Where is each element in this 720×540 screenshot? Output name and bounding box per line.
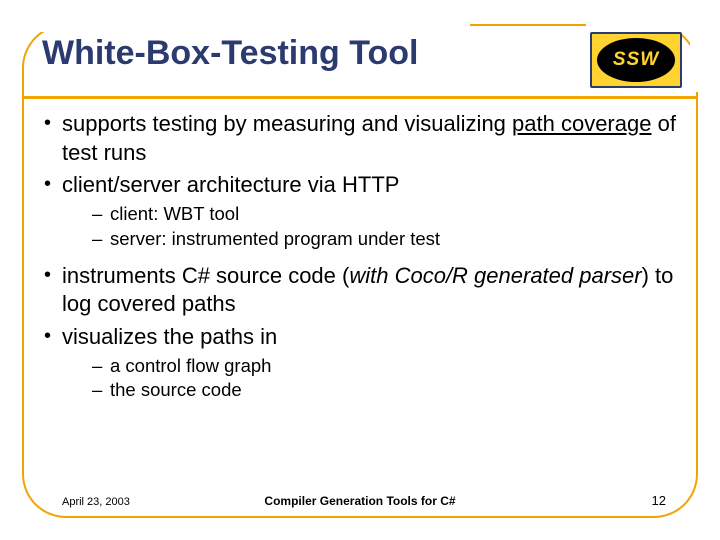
bullet-2: client/server architecture via HTTP clie…	[44, 171, 688, 252]
bullet-1: supports testing by measuring and visual…	[44, 110, 688, 167]
bullet-3-italic: with Coco/R generated parser	[349, 263, 641, 288]
bullet-2-text: client/server architecture via HTTP	[62, 172, 399, 197]
footer-title: Compiler Generation Tools for C#	[258, 492, 461, 510]
slide: White-Box-Testing Tool SSW supports test…	[0, 0, 720, 540]
content-area: supports testing by measuring and visual…	[44, 110, 688, 413]
ssw-logo-text: SSW	[597, 38, 675, 82]
bullet-4-sub-1: a control flow graph	[92, 354, 688, 379]
decorative-cover	[40, 18, 470, 32]
ssw-logo: SSW	[590, 32, 682, 88]
bullet-4: visualizes the paths in a control flow g…	[44, 323, 688, 404]
bullet-4-sublist: a control flow graph the source code	[92, 354, 688, 404]
bullet-1-text-pre: supports testing by measuring and visual…	[62, 111, 512, 136]
bullet-1-link: path coverage	[512, 111, 651, 136]
bullet-2-sub-1: client: WBT tool	[92, 202, 688, 227]
bullet-2-sublist: client: WBT tool server: instrumented pr…	[92, 202, 688, 252]
title-divider	[22, 96, 698, 99]
bullet-list: supports testing by measuring and visual…	[44, 110, 688, 403]
decorative-cover	[586, 18, 686, 32]
bullet-3-text-pre: instruments C# source code (	[62, 263, 349, 288]
bullet-4-text: visualizes the paths in	[62, 324, 277, 349]
bullet-3: instruments C# source code (with Coco/R …	[44, 262, 688, 319]
footer-date: April 23, 2003	[56, 494, 136, 510]
decorative-cover	[690, 30, 704, 92]
bullet-2-sub-2: server: instrumented program under test	[92, 227, 688, 252]
bullet-4-sub-2: the source code	[92, 378, 688, 403]
footer-page-number: 12	[646, 491, 672, 510]
slide-title: White-Box-Testing Tool	[42, 34, 428, 73]
